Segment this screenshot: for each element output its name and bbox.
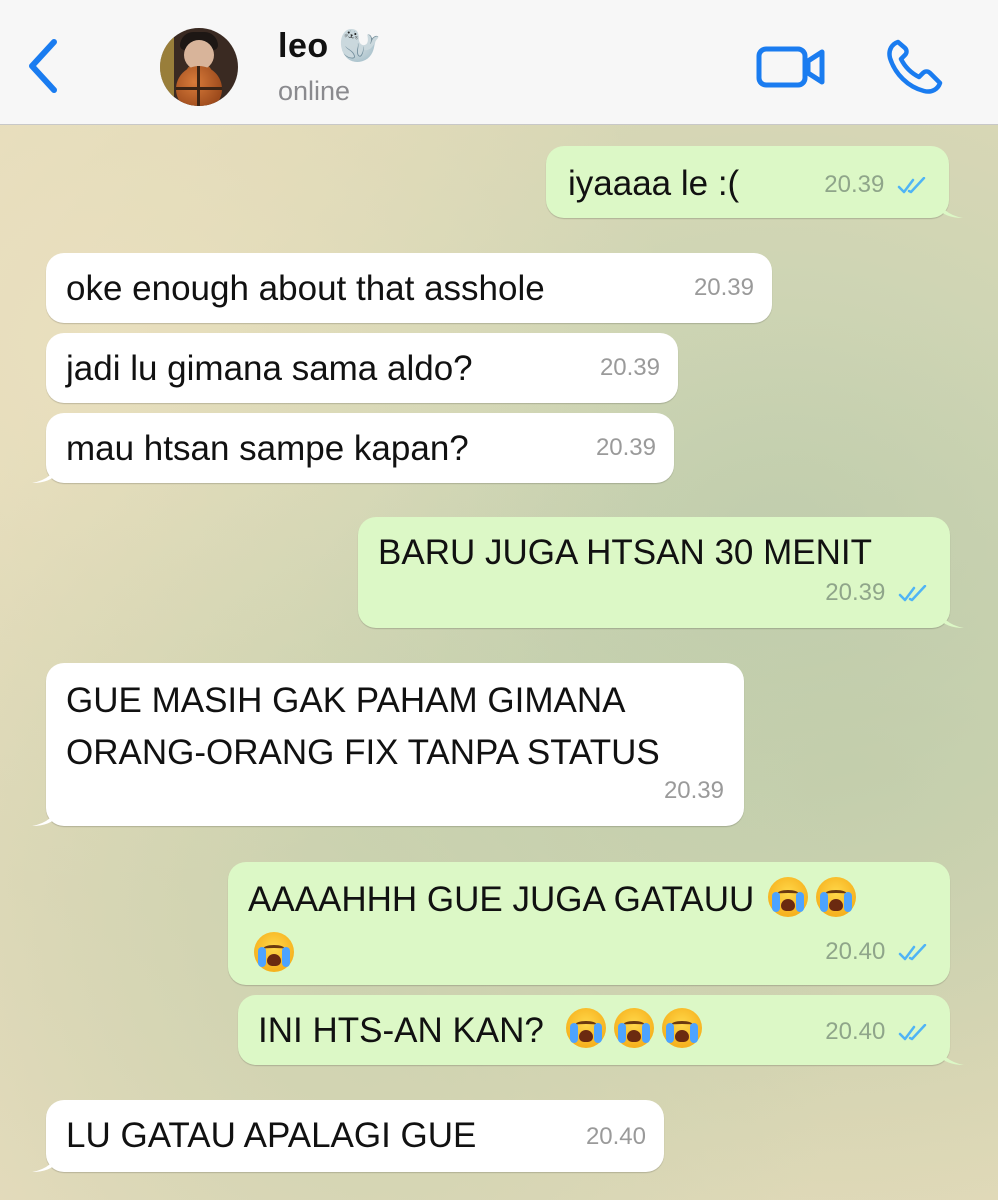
message-text: INI HTS-AN KAN? [258,1011,544,1050]
message-time: 20.39 [663,777,724,804]
message-time: 20.40 [825,1008,930,1055]
message-outgoing[interactable]: INI HTS-AN KAN? 20.40 [238,995,964,1065]
message-text: jadi lu gimana sama aldo? [66,349,473,388]
message-text: mau htsan sampe kapan? [66,429,469,468]
bubble-tail [937,196,963,218]
crying-face-emoji [661,1008,702,1048]
message-text: AAAAHHH GUE JUGA GATAUU [248,880,755,919]
message-incoming[interactable]: GUE MASIH GAK PAHAM GIMANA ORANG-ORANG F… [32,663,744,826]
avatar[interactable] [160,28,238,106]
message-content: AAAAHHH GUE JUGA GATAUU [248,876,938,923]
message-incoming[interactable]: jadi lu gimana sama aldo? 20.39 [46,333,678,403]
video-call-button[interactable] [756,44,826,90]
read-ticks-icon [898,584,927,601]
message-time: 20.40 [825,928,930,975]
chat-header: leo 🦭 online [0,0,998,125]
phone-icon [887,39,943,94]
bubble-tail [32,804,58,826]
message-text: BARU JUGA HTSAN 30 MENIT [378,533,872,572]
message-incoming[interactable]: oke enough about that asshole 20.39 [46,253,772,323]
message-time: 20.39 [693,274,754,301]
message-content: INI HTS-AN KAN? [258,1007,706,1054]
message-incoming[interactable]: mau htsan sampe kapan? 20.39 [32,413,674,483]
message-time: 20.39 [595,434,656,461]
voice-call-button[interactable] [884,38,946,96]
message-text: oke enough about that asshole [66,269,545,308]
chevron-left-icon [29,39,57,93]
message-text: LU GATAU APALAGI GUE [66,1116,477,1155]
message-text-line: ORANG-ORANG FIX TANPA STATUS [66,733,660,772]
message-text-line: GUE MASIH GAK PAHAM GIMANA [66,681,626,720]
read-ticks-icon [897,176,926,193]
crying-face-emoji [565,1008,606,1048]
crying-face-emoji [254,932,294,972]
message-outgoing[interactable]: AAAAHHH GUE JUGA GATAUU 20.40 [228,862,950,985]
crying-face-emoji [816,877,857,917]
crying-face-emoji [768,877,809,917]
message-incoming[interactable]: LU GATAU APALAGI GUE 20.40 [32,1100,664,1172]
bubble-tail [32,461,58,483]
message-text: iyaaaa le :( [568,164,740,203]
read-ticks-icon [898,1023,927,1040]
message-time: 20.39 [824,161,929,208]
message-outgoing[interactable]: iyaaaa le :( 20.39 [546,146,963,218]
bubble-tail [938,606,964,628]
crying-face-emoji [613,1008,654,1048]
message-time: 20.39 [599,354,660,381]
message-time: 20.39 [825,569,930,616]
message-time: 20.40 [585,1123,646,1150]
read-ticks-icon [898,943,927,960]
back-button[interactable] [18,34,68,98]
contact-name[interactable]: leo 🦭 [278,26,381,66]
video-camera-icon [756,46,825,88]
bubble-tail [32,1150,58,1172]
bubble-tail [938,1043,964,1065]
message-outgoing[interactable]: BARU JUGA HTSAN 30 MENIT 20.39 [358,517,964,628]
contact-status: online [278,76,351,106]
